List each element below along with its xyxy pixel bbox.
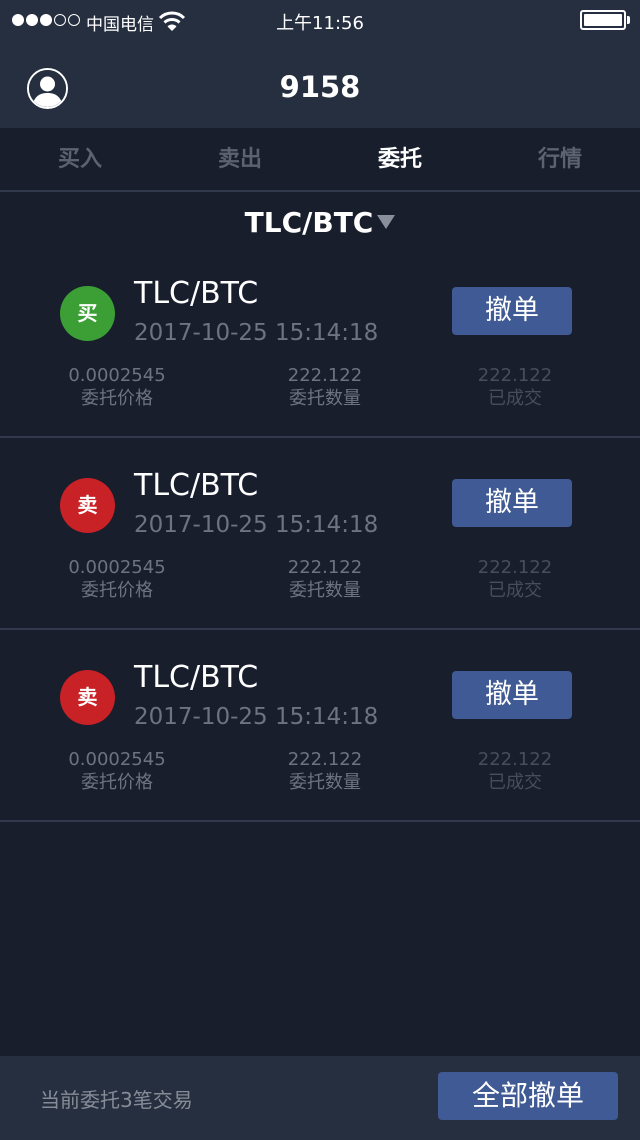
cancel-order-button[interactable]: 撤单 — [452, 671, 572, 719]
order-filled-value: 222.122 — [477, 557, 553, 578]
order-price: 0.0002545 委托价格 — [17, 556, 217, 602]
order-price: 0.0002545 委托价格 — [17, 364, 217, 410]
order-quantity-value: 222.122 — [287, 557, 363, 578]
order-datetime: 2017-10-25 15:14:18 — [134, 320, 379, 346]
order-quantity-value: 222.122 — [287, 749, 363, 770]
order-filled-label: 已成交 — [488, 772, 542, 793]
order-quantity-value: 222.122 — [287, 365, 363, 386]
order-list: 买 TLC/BTC 2017-10-25 15:14:18 撤单 0.00025… — [0, 246, 640, 822]
status-time: 上午11:56 — [276, 13, 364, 34]
order-item: 卖 TLC/BTC 2017-10-25 15:14:18 撤单 0.00025… — [0, 630, 640, 822]
battery-level — [584, 14, 622, 26]
tab-bar: 买入 卖出 委托 行情 — [0, 128, 640, 192]
pair-selector-label: TLC/BTC — [244, 206, 374, 239]
battery-icon — [580, 10, 626, 30]
order-filled: 222.122 已成交 — [415, 556, 615, 602]
order-pair: TLC/BTC — [134, 276, 259, 311]
order-quantity: 222.122 委托数量 — [225, 748, 425, 794]
order-pair: TLC/BTC — [134, 468, 259, 503]
order-price-label: 委托价格 — [81, 388, 153, 409]
order-quantity-label: 委托数量 — [289, 580, 361, 601]
order-price-value: 0.0002545 — [68, 365, 166, 386]
order-price: 0.0002545 委托价格 — [17, 748, 217, 794]
order-price-label: 委托价格 — [81, 772, 153, 793]
tab-buy[interactable]: 买入 — [0, 128, 160, 190]
order-quantity-label: 委托数量 — [289, 388, 361, 409]
order-filled-value: 222.122 — [477, 365, 553, 386]
buy-badge: 买 — [60, 286, 115, 341]
order-datetime: 2017-10-25 15:14:18 — [134, 512, 379, 538]
order-item: 买 TLC/BTC 2017-10-25 15:14:18 撤单 0.00025… — [0, 246, 640, 438]
order-quantity: 222.122 委托数量 — [225, 364, 425, 410]
order-pair: TLC/BTC — [134, 660, 259, 695]
cancel-order-button[interactable]: 撤单 — [452, 287, 572, 335]
order-quantity: 222.122 委托数量 — [225, 556, 425, 602]
page-title: 9158 — [279, 70, 361, 104]
sell-badge: 卖 — [60, 478, 115, 533]
cancel-order-button[interactable]: 撤单 — [452, 479, 572, 527]
tab-market[interactable]: 行情 — [480, 128, 640, 190]
tab-sell[interactable]: 卖出 — [160, 128, 320, 190]
order-datetime: 2017-10-25 15:14:18 — [134, 704, 379, 730]
cancel-all-button[interactable]: 全部撤单 — [438, 1072, 618, 1120]
sell-badge: 卖 — [60, 670, 115, 725]
order-filled-label: 已成交 — [488, 580, 542, 601]
order-quantity-label: 委托数量 — [289, 772, 361, 793]
order-filled: 222.122 已成交 — [415, 364, 615, 410]
status-bar: 中国电信 上午11:56 — [0, 0, 640, 40]
top-bar: 中国电信 上午11:56 9158 — [0, 0, 640, 128]
order-price-label: 委托价格 — [81, 580, 153, 601]
tab-orders[interactable]: 委托 — [320, 128, 480, 190]
order-item: 卖 TLC/BTC 2017-10-25 15:14:18 撤单 0.00025… — [0, 438, 640, 630]
order-price-value: 0.0002545 — [68, 749, 166, 770]
order-price-value: 0.0002545 — [68, 557, 166, 578]
order-filled-value: 222.122 — [477, 749, 553, 770]
caret-down-icon — [377, 215, 396, 229]
battery-tip — [627, 16, 630, 24]
order-filled-label: 已成交 — [488, 388, 542, 409]
footer-bar: 当前委托3笔交易 全部撤单 — [0, 1056, 640, 1140]
order-count-text: 当前委托3笔交易 — [40, 1088, 193, 1112]
pair-selector[interactable]: TLC/BTC — [0, 206, 640, 239]
screen: 中国电信 上午11:56 9158 买入 卖出 委托 行情 TLC/BTC 买 … — [0, 0, 640, 1140]
order-filled: 222.122 已成交 — [415, 748, 615, 794]
